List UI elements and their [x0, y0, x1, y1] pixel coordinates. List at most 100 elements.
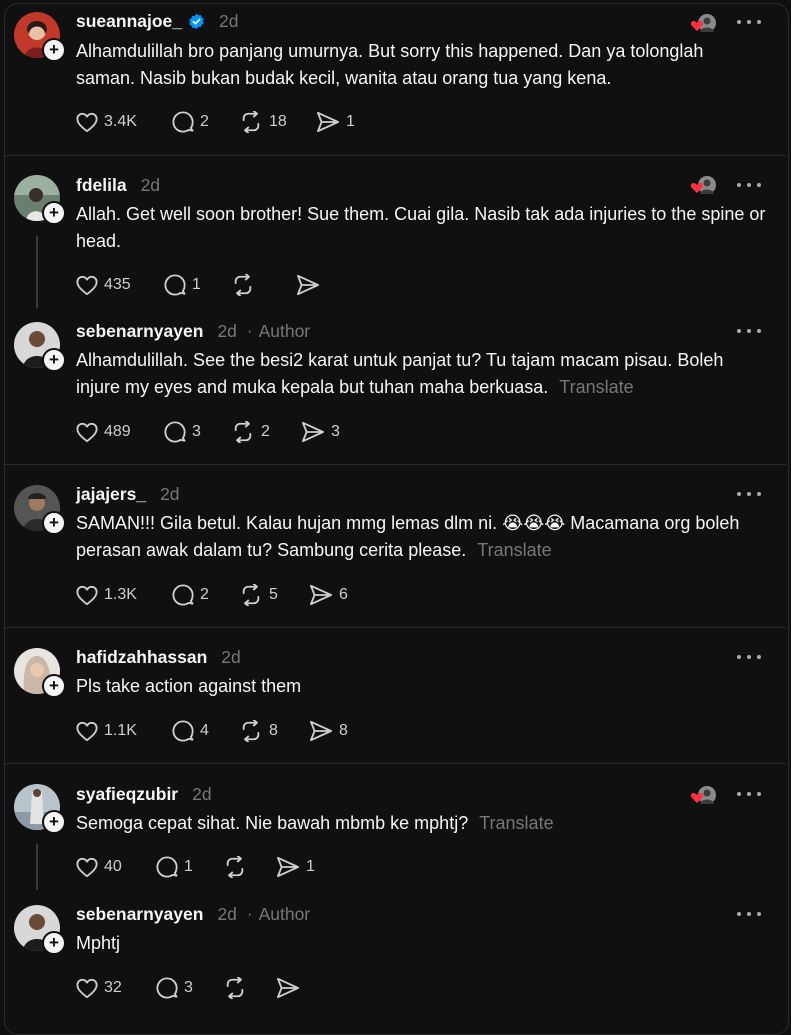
like-button[interactable]: 435	[76, 275, 164, 296]
follow-button[interactable]: +	[42, 810, 66, 834]
share-count: 6	[339, 586, 348, 603]
timestamp: 2d	[221, 646, 241, 667]
timestamp: 2d	[217, 320, 237, 341]
like-count: 1.3K	[104, 586, 137, 603]
action-bar: 1.1K 4 8 8	[76, 718, 369, 744]
reply-button[interactable]: 1	[164, 274, 231, 296]
share-count: 1	[306, 858, 315, 875]
repost-button[interactable]	[231, 274, 296, 296]
username[interactable]: fdelila	[76, 175, 127, 196]
repost-button[interactable]: 5	[239, 584, 309, 606]
post-body: Pls take action against them	[76, 676, 302, 696]
like-count: 32	[104, 979, 122, 996]
post-text: Mphtj	[76, 930, 766, 957]
share-button[interactable]: 8	[309, 720, 369, 742]
post-header: syafieqzubir 2d	[76, 782, 212, 806]
more-options-icon[interactable]	[737, 321, 761, 341]
follow-button[interactable]: +	[42, 674, 66, 698]
repost-icon	[242, 720, 260, 742]
repost-icon	[242, 111, 260, 133]
share-count: 8	[339, 722, 348, 739]
avatar[interactable]: +	[14, 175, 66, 225]
heart-icon	[76, 857, 98, 877]
like-button[interactable]: 40	[76, 857, 156, 878]
repost-button[interactable]	[223, 856, 276, 878]
more-options-icon[interactable]	[737, 12, 761, 32]
heart-icon	[76, 721, 98, 741]
send-icon	[296, 274, 319, 296]
post-header: hafidzahhassan 2d	[76, 645, 241, 669]
follow-button[interactable]: +	[42, 201, 66, 225]
translate-link[interactable]: Translate	[477, 540, 551, 560]
username[interactable]: sueannajoe_	[76, 11, 182, 32]
timestamp: 2d	[192, 783, 212, 804]
post-body: Semoga cepat sihat. Nie bawah mbmb ke mp…	[76, 813, 469, 833]
reply-button[interactable]: 2	[172, 111, 239, 133]
share-count: 1	[346, 113, 355, 130]
avatar[interactable]: +	[14, 905, 66, 955]
reply-button[interactable]: 2	[172, 584, 239, 606]
reply-button[interactable]: 3	[164, 421, 231, 443]
follow-button[interactable]: +	[42, 511, 66, 535]
repost-button[interactable]: 8	[239, 720, 309, 742]
timestamp: 2d	[219, 10, 239, 31]
like-count: 1.1K	[104, 722, 137, 739]
username[interactable]: sebenarnyayen	[76, 321, 203, 342]
post-header: sueannajoe_ 2d	[76, 9, 239, 33]
like-button[interactable]: 32	[76, 978, 156, 999]
avatar[interactable]: +	[14, 485, 66, 535]
follow-button[interactable]: +	[42, 931, 66, 955]
username[interactable]: hafidzahhassan	[76, 647, 207, 668]
action-bar: 3.4K 2 18 1	[76, 109, 376, 135]
liked-by-author-icon	[690, 12, 718, 34]
share-button[interactable]: 1	[276, 856, 336, 878]
like-button[interactable]: 1.1K	[76, 721, 172, 742]
share-button[interactable]	[296, 274, 336, 296]
reply-button[interactable]: 3	[156, 977, 223, 999]
like-button[interactable]: 489	[76, 422, 164, 443]
like-count: 435	[104, 276, 131, 293]
reply-count: 2	[200, 113, 209, 130]
avatar[interactable]: +	[14, 322, 66, 372]
avatar[interactable]: +	[14, 648, 66, 698]
reply-count: 1	[192, 276, 201, 293]
more-options-icon[interactable]	[737, 175, 761, 195]
repost-icon	[226, 856, 244, 878]
post-text: Alhamdulillah. See the besi2 karat untuk…	[76, 347, 766, 401]
username[interactable]: sebenarnyayen	[76, 904, 203, 925]
more-options-icon[interactable]	[737, 904, 761, 924]
username[interactable]: syafieqzubir	[76, 784, 178, 805]
repost-button[interactable]: 2	[231, 421, 301, 443]
share-button[interactable]	[276, 977, 316, 999]
more-options-icon[interactable]	[737, 647, 761, 667]
share-button[interactable]: 3	[301, 421, 361, 443]
avatar[interactable]: +	[14, 784, 66, 834]
more-options-icon[interactable]	[737, 784, 761, 804]
like-count: 3.4K	[104, 113, 137, 130]
repost-button[interactable]: 18	[239, 111, 316, 133]
follow-button[interactable]: +	[42, 348, 66, 372]
heart-icon	[76, 978, 98, 998]
repost-button[interactable]	[223, 977, 276, 999]
share-button[interactable]: 6	[309, 584, 369, 606]
like-button[interactable]: 1.3K	[76, 585, 172, 606]
more-options-icon[interactable]	[737, 484, 761, 504]
reply-icon	[172, 111, 194, 133]
action-bar: 32 3	[76, 975, 316, 1001]
share-button[interactable]: 1	[316, 111, 376, 133]
repost-count: 2	[261, 423, 270, 440]
avatar[interactable]: +	[14, 12, 66, 62]
translate-link[interactable]: Translate	[479, 813, 553, 833]
share-count: 3	[331, 423, 340, 440]
timestamp: 2d	[217, 903, 237, 924]
post-text: Allah. Get well soon brother! Sue them. …	[76, 201, 766, 255]
repost-icon	[234, 421, 252, 443]
translate-link[interactable]: Translate	[559, 377, 633, 397]
reply-count: 2	[200, 586, 209, 603]
username[interactable]: jajajers_	[76, 484, 146, 505]
follow-button[interactable]: +	[42, 38, 66, 62]
like-button[interactable]: 3.4K	[76, 112, 172, 133]
reply-button[interactable]: 4	[172, 720, 239, 742]
send-icon	[309, 584, 332, 606]
reply-button[interactable]: 1	[156, 856, 223, 878]
